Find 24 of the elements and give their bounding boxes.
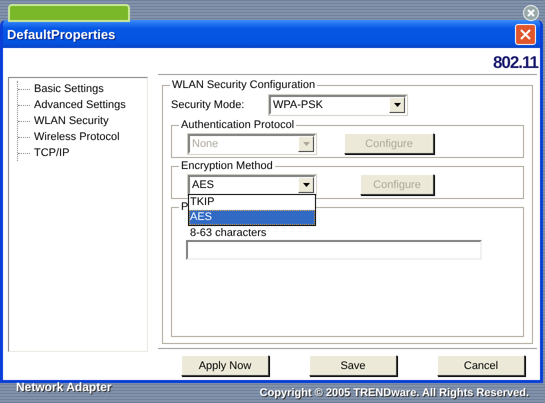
tree-item[interactable]: TCP/IP <box>33 147 70 159</box>
close-icon[interactable] <box>523 5 539 21</box>
action-button[interactable]: Apply Now <box>181 355 269 376</box>
close-button[interactable] <box>515 24 536 44</box>
hint-text: 8-63 characters <box>189 227 268 240</box>
dropdown-field[interactable]: AES <box>188 174 316 194</box>
copyright-text: Copyright © 2005 TRENDware. All Rights Reserved. <box>260 387 529 399</box>
dropdown-option[interactable]: AES <box>189 210 315 224</box>
tree-item[interactable]: Wireless Protocol <box>33 131 121 143</box>
field-label: Security Mode: <box>171 98 246 110</box>
dropdown-option[interactable]: TKIP <box>189 194 315 210</box>
tree-item[interactable]: Advanced Settings <box>33 99 127 111</box>
window-title: DefaultProperties <box>7 26 116 42</box>
close-icon <box>520 28 531 40</box>
tree-item[interactable]: Basic Settings <box>33 83 105 95</box>
group-title: Encryption Method <box>179 160 275 173</box>
action-button[interactable]: Save <box>309 355 397 376</box>
app-title: Network Adapter <box>16 380 112 394</box>
tree-item[interactable]: WLAN Security <box>33 115 110 127</box>
action-button[interactable]: Cancel <box>437 355 525 376</box>
dropdown-field[interactable]: WPA-PSK <box>269 94 407 114</box>
group-title: WLAN Security Configuration <box>170 79 318 92</box>
passphrase-field[interactable] <box>186 240 482 260</box>
standard-label: 802.11 <box>492 53 538 72</box>
